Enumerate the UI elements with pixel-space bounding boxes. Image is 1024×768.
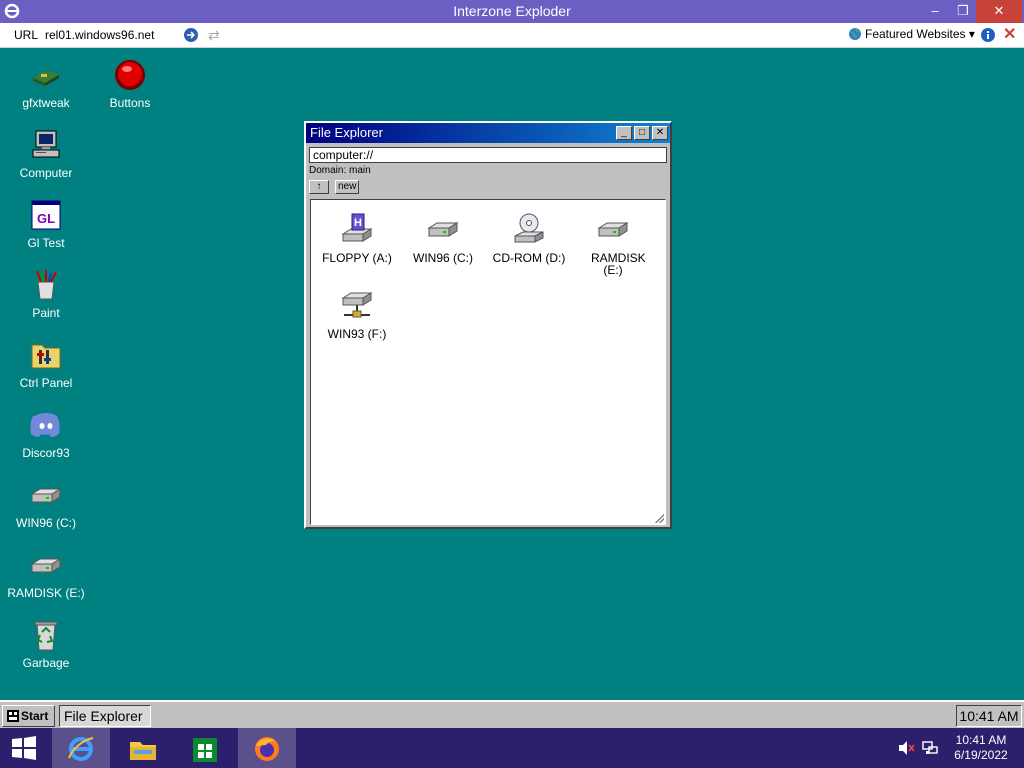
drive-label: RAMDISK (E:) [591, 251, 646, 277]
window-title-bar[interactable]: File Explorer _ □ ✕ [306, 123, 670, 143]
drive-label: FLOPPY (A:) [322, 251, 392, 265]
featured-websites-label: Featured Websites [865, 27, 966, 41]
hard-drive-icon [30, 488, 62, 503]
desktop-icon-label: Computer [19, 166, 73, 180]
desktop-icon-ramdisk[interactable]: RAMDISK (E:) [6, 548, 86, 600]
globe-icon [849, 28, 861, 40]
resize-grip-icon[interactable] [654, 513, 664, 523]
recycle-bin-icon [34, 621, 58, 651]
host-taskbar: 10:41 AM 6/19/2022 [0, 728, 1024, 768]
host-time: 10:41 AM [955, 733, 1007, 747]
desktop-icon-label: Ctrl Panel [19, 376, 73, 390]
hard-drive-icon [597, 222, 629, 237]
windows-start-icon[interactable] [10, 736, 38, 760]
host-date: 6/19/2022 [954, 748, 1008, 762]
file-explorer-window[interactable]: File Explorer _ □ ✕ computer:// Domain: … [304, 121, 672, 529]
store-icon [193, 738, 217, 762]
go-arrow-icon[interactable] [183, 27, 199, 43]
control-panel-icon [31, 344, 61, 369]
drive-win93-f[interactable]: WIN93 (F:) [315, 288, 399, 340]
restore-button[interactable]: ❐ [948, 0, 978, 23]
desktop-icon-garbage[interactable]: Garbage [6, 618, 86, 670]
desktop-icon-gfxtweak[interactable]: gfxtweak [6, 58, 86, 110]
drive-floppy-a[interactable]: H FLOPPY (A:) [315, 212, 399, 264]
file-list-pane: H FLOPPY (A:) WIN96 (C:) CD-ROM (D:) RAM… [310, 199, 666, 525]
info-icon[interactable] [980, 27, 996, 43]
desktop-icon-gl-test[interactable]: GL Gl Test [6, 198, 86, 250]
gl-test-icon: GL [31, 200, 61, 230]
host-title-bar: Interzone Exploder – ❐ ✕ [0, 0, 1024, 23]
desktop-icon-label: Paint [32, 306, 60, 320]
stop-icon[interactable]: ✕ [1003, 26, 1019, 44]
start-label: Start [21, 709, 49, 723]
network-icon[interactable] [921, 740, 939, 756]
featured-websites-dropdown[interactable]: Featured Websites ▾ [848, 27, 975, 45]
drive-label: WIN93 (F:) [327, 327, 387, 341]
desktop-icon-label: Discor93 [22, 446, 70, 460]
desktop-icon-label: Buttons [109, 96, 151, 110]
firefox-icon [255, 737, 279, 761]
drive-win96-c[interactable]: WIN96 (C:) [401, 212, 485, 264]
drive-label: WIN96 (C:) [413, 251, 473, 265]
desktop-icon-discor93[interactable]: Discor93 [6, 408, 86, 460]
drive-label: CD-ROM (D:) [492, 251, 566, 265]
host-app-store[interactable] [176, 728, 234, 768]
domain-label: Domain: main [309, 165, 371, 176]
url-input[interactable]: rel01.windows96.net [45, 28, 154, 42]
window-minimize-button[interactable]: _ [616, 126, 632, 140]
drive-cd-rom-d[interactable]: CD-ROM (D:) [487, 212, 571, 264]
svg-text:H: H [354, 217, 362, 229]
address-input[interactable]: computer:// [309, 147, 667, 163]
taskbar-item-file-explorer[interactable]: File Explorer [59, 705, 151, 727]
host-window-title: Interzone Exploder [453, 3, 571, 19]
folder-icon [130, 742, 156, 760]
desktop-icon-label: RAMDISK (E:) [7, 586, 85, 600]
hard-drive-icon [427, 222, 459, 237]
url-label: URL [14, 28, 39, 42]
close-button[interactable]: ✕ [976, 0, 1022, 23]
red-button-icon [115, 60, 145, 90]
url-bar: URL rel01.windows96.net ⇄ Featured Websi… [0, 23, 1024, 48]
cd-rom-icon [514, 213, 544, 243]
window-close-button[interactable]: ✕ [652, 126, 668, 140]
speaker-muted-icon[interactable] [897, 740, 915, 756]
desktop-icon-label: Gl Test [27, 236, 65, 250]
desktop-icon-label: Garbage [22, 656, 70, 670]
new-button[interactable]: new [335, 180, 360, 194]
hard-drive-icon [30, 558, 62, 573]
paint-icon [36, 270, 57, 300]
network-drive-icon [341, 292, 373, 318]
start-logo-icon [7, 710, 19, 722]
minimize-button[interactable]: – [920, 0, 950, 23]
desktop-icon-label: WIN96 (C:) [16, 516, 76, 530]
desktop-icon-computer[interactable]: Computer [6, 128, 86, 180]
desktop-icon-ctrl-panel[interactable]: Ctrl Panel [6, 338, 86, 390]
host-app-firefox[interactable] [238, 728, 296, 768]
host-clock: 10:41 AM 6/19/2022 [948, 733, 1014, 763]
internet-explorer-icon [68, 737, 94, 761]
desktop-icon-buttons[interactable]: Buttons [90, 58, 170, 110]
computer-icon [32, 130, 60, 158]
window-maximize-button[interactable]: □ [634, 126, 650, 140]
refresh-icon[interactable]: ⇄ [208, 27, 222, 43]
taskbar-clock: 10:41 AM [956, 705, 1022, 727]
floppy-drive-icon: H [341, 213, 373, 242]
chevron-down-icon: ▾ [968, 27, 975, 41]
host-app-internet-explorer[interactable] [52, 728, 110, 768]
drive-ramdisk-e[interactable]: RAMDISK (E:) [571, 212, 655, 276]
host-app-file-explorer[interactable] [114, 728, 172, 768]
discord-icon [30, 413, 60, 437]
desktop-icon-paint[interactable]: Paint [6, 268, 86, 320]
desktop-icon-win96-drive[interactable]: WIN96 (C:) [6, 478, 86, 530]
start-button[interactable]: Start [2, 705, 55, 727]
window-title: File Explorer [310, 125, 383, 140]
desktop-icon-label: gfxtweak [22, 96, 70, 110]
svg-text:GL: GL [37, 211, 55, 226]
os-taskbar: Start File Explorer 10:41 AM [0, 700, 1024, 728]
up-folder-button[interactable]: ↑ [309, 180, 329, 194]
gfxtweak-icon [33, 70, 59, 86]
